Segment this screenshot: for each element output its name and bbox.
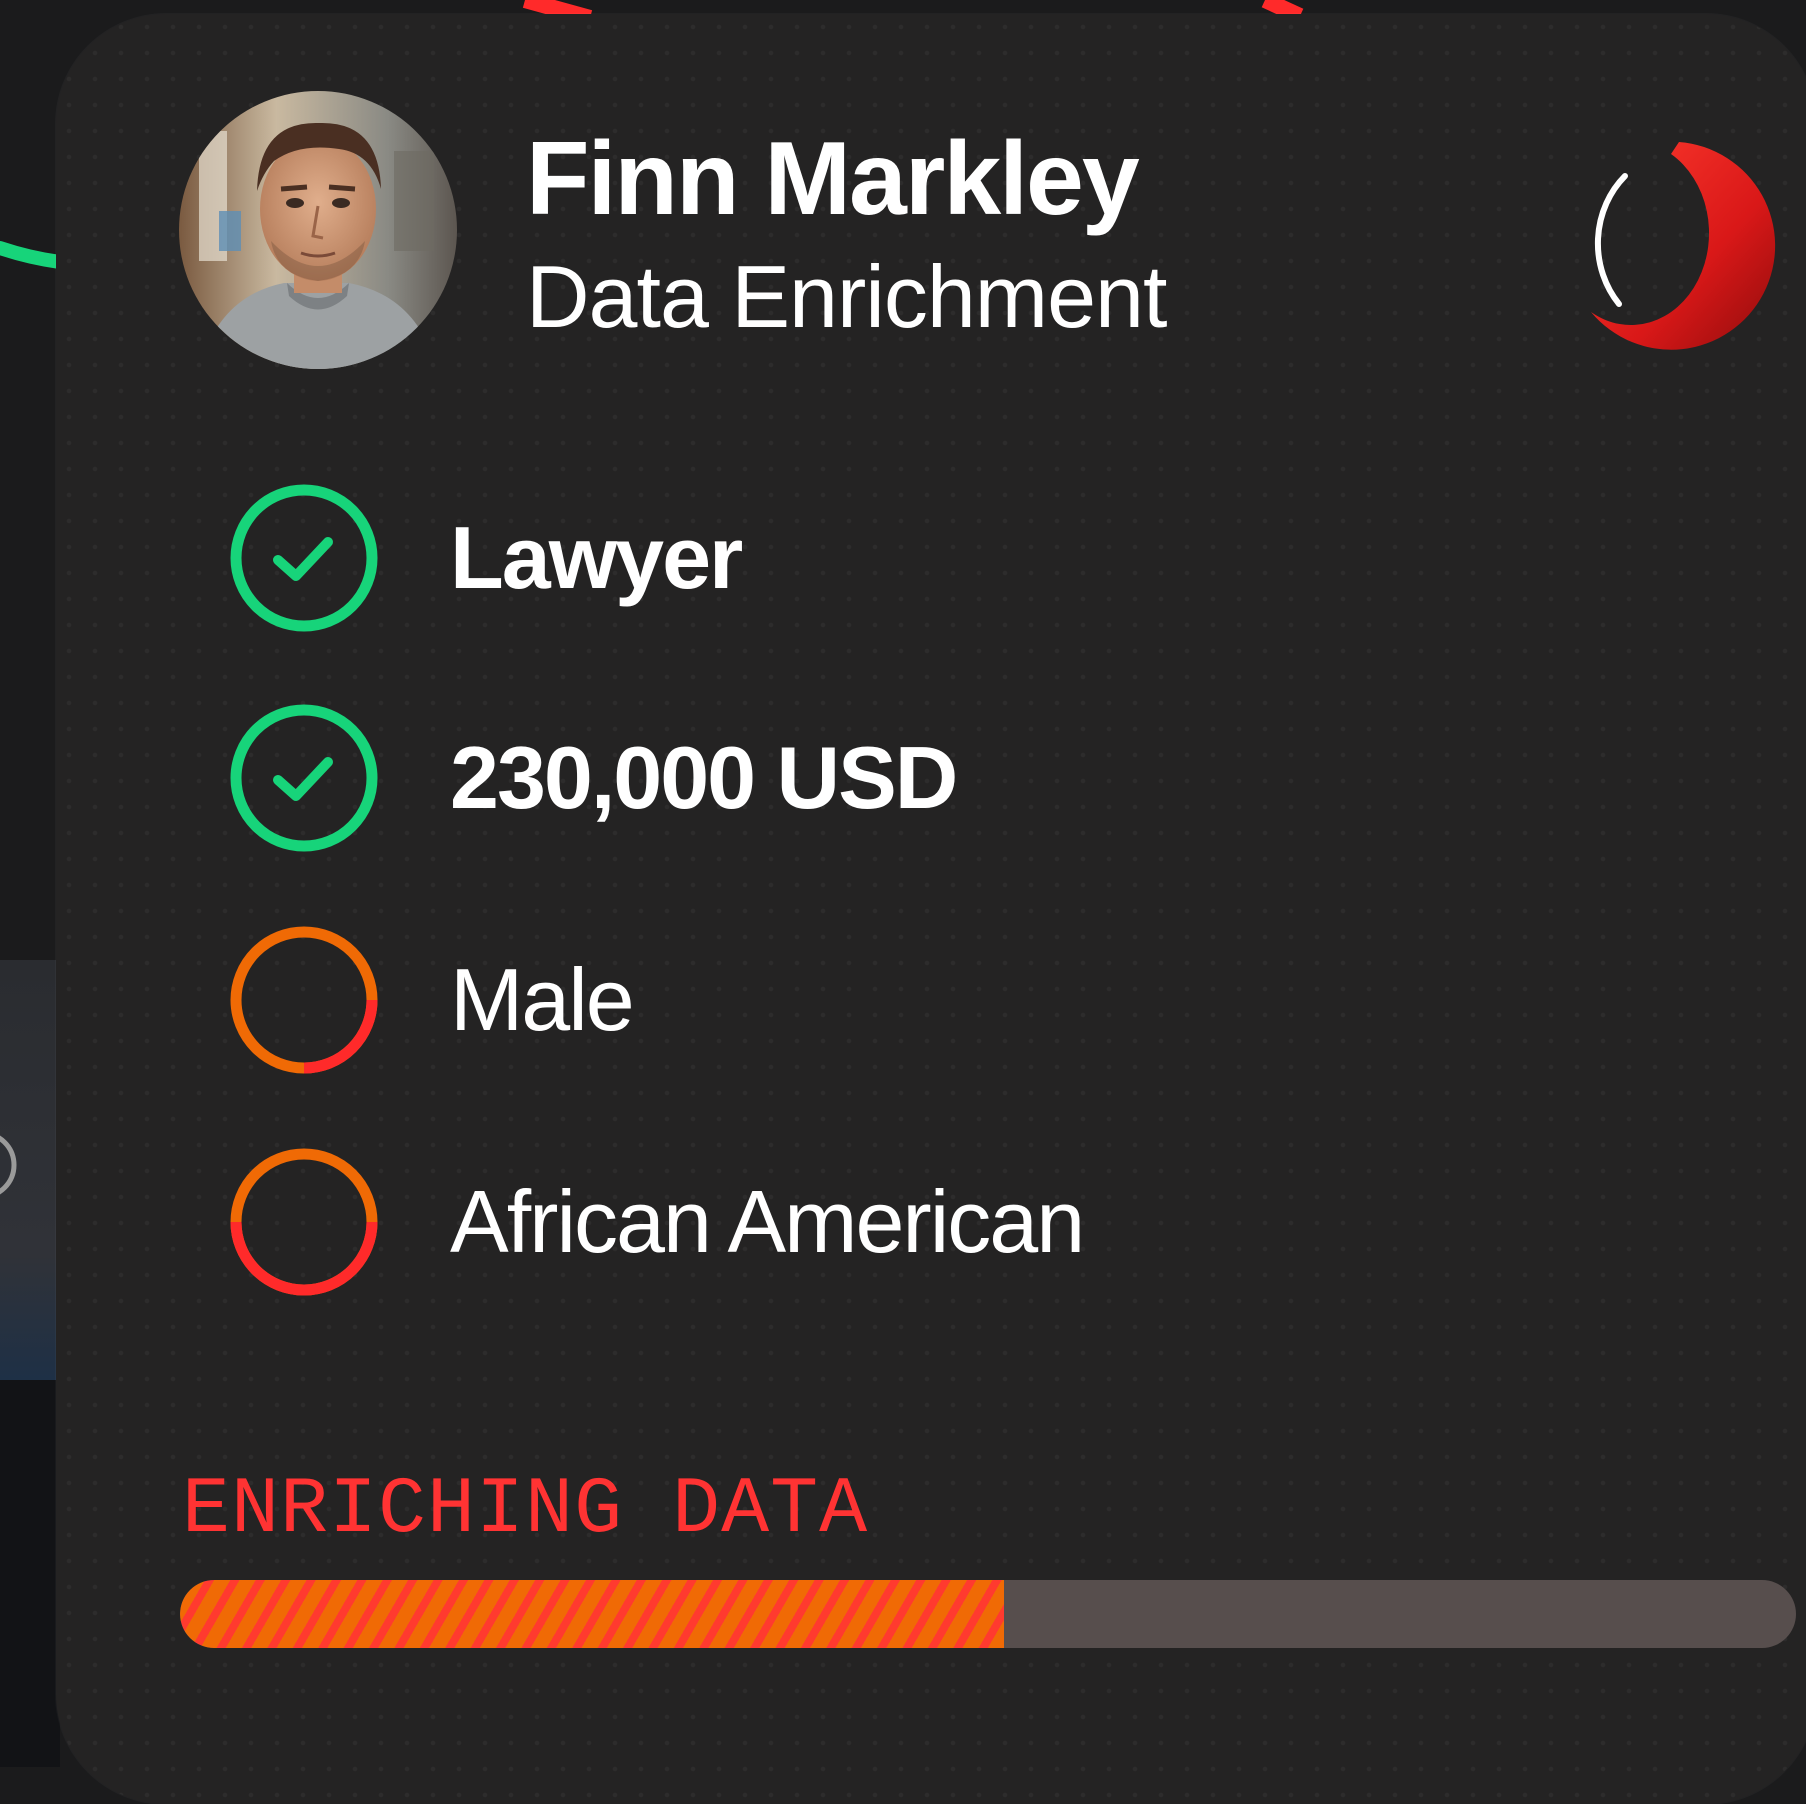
check-circle-icon (228, 482, 380, 634)
list-item: Lawyer (228, 482, 1528, 634)
attribute-label: Male (450, 950, 635, 1049)
attribute-label: Lawyer (450, 508, 743, 607)
progress-bar-fill (180, 1580, 1005, 1648)
progress-ring-icon (228, 1146, 380, 1298)
check-circle-icon (228, 702, 380, 854)
list-item: African American (228, 1146, 1528, 1298)
person-photo-icon (179, 91, 457, 369)
profile-name: Finn Markley (526, 121, 1140, 237)
progress-bar (180, 1580, 1796, 1648)
brand-logo (1551, 134, 1786, 359)
progress-ring-icon (228, 924, 380, 1076)
list-item: Male (228, 924, 1528, 1076)
red-crescent-ring-logo-icon (1591, 142, 1776, 350)
enrichment-card: Finn Markley Data Enrichment Lawyer 230,… (56, 14, 1806, 1804)
attribute-label: 230,000 USD (450, 728, 958, 827)
attribute-label: African American (450, 1172, 1085, 1271)
progress-status-label: ENRICHING DATA (182, 1465, 869, 1556)
list-item: 230,000 USD (228, 702, 1528, 854)
profile-subtitle: Data Enrichment (526, 247, 1167, 346)
avatar (179, 91, 457, 369)
